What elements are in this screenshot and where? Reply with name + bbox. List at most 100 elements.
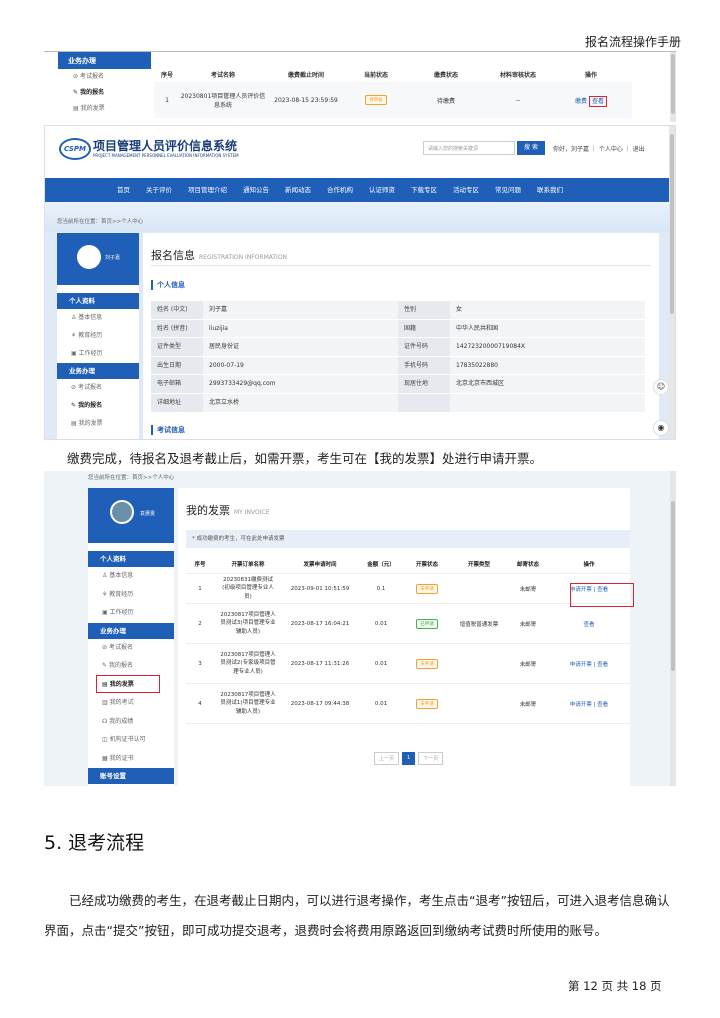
table-cell: 4 xyxy=(198,700,202,707)
side-item-icon: ◫ xyxy=(102,736,110,743)
table-cell: 20230817项目管理人员测试3(项目管理专业辅助人员) xyxy=(220,612,276,635)
breadcrumb: 您当前所在位置：首页>>个人中心 xyxy=(57,219,144,225)
nav-downloads[interactable]: 下载专区 xyxy=(411,178,437,202)
table-cell: 2023-09-01 10:51:59 xyxy=(290,585,350,592)
invoice-actions[interactable]: 申请开票 | 查看 xyxy=(548,660,630,668)
side-item-exam-signup[interactable]: ⊘ 考试报名 xyxy=(58,69,151,85)
nav-faq[interactable]: 常见问题 xyxy=(495,178,521,202)
side-item-my-registration[interactable]: ✎ 我的报名 xyxy=(57,397,139,415)
user-links[interactable]: 你好，刘子嘉 ｜ 个人中心 ｜ 退出 xyxy=(553,144,645,153)
next-page-button[interactable]: 下一页 xyxy=(418,752,444,765)
screenshot-registration-list: 业务办理 ⊘ 考试报名 ✎ 我的报名 ▤ 我的发票 序号 考试名称 缴费截止时间… xyxy=(44,52,676,122)
nav-partners[interactable]: 合作机构 xyxy=(327,178,353,202)
side-item-icon: ▥ xyxy=(102,699,110,706)
side-item-work[interactable]: ▣ 工作经历 xyxy=(57,345,139,363)
side-item[interactable]: ▣ 工作经历 xyxy=(88,604,174,623)
nav-news[interactable]: 新闻动态 xyxy=(285,178,311,202)
side-item[interactable]: ◫ 机构证书认可 xyxy=(88,731,174,750)
screenshot-my-invoice: 您当前所在位置：首页>>个人中心 袁惠雯 个人资料 ♙ 基本信息 ⚘ 教育经历 ▣ 工… xyxy=(44,471,676,786)
registration-panel: 报名信息 REGISTRATION INFORMATION 个人信息 姓名 (中文… xyxy=(143,233,659,439)
status-badge: 待审核 xyxy=(365,95,387,105)
nav-notice[interactable]: 通知公告 xyxy=(243,178,269,202)
section-heading: 5. 退考流程 xyxy=(44,832,145,854)
user-sidebar: 刘子嘉 个人资料 ♙ 基本信息 ⚘ 教育经历 ▣ 工作经历 业务办理 ⊘ 考试报… xyxy=(57,233,139,439)
avatar xyxy=(110,500,134,524)
highlight-my-invoice xyxy=(96,675,160,693)
info-row: 姓名 (中文) 刘子嘉 性别女 xyxy=(151,301,645,320)
info-value: 2993733429@qq.com xyxy=(203,375,398,393)
side-item-my-registration[interactable]: ✎ 我的报名 xyxy=(58,85,151,101)
side-item[interactable]: ☊ 我的成绩 xyxy=(88,713,174,732)
side-item[interactable]: ▥ 我的考试 xyxy=(88,694,174,713)
info-row: 详细地址 北京立水桥 xyxy=(151,393,645,413)
pay-link[interactable]: 缴费 xyxy=(575,98,587,105)
nav-pm-intro[interactable]: 项目管理介绍 xyxy=(188,178,227,202)
info-row: 姓名 (拼音) liuzijia 国籍 中华人民共和国 xyxy=(151,319,645,339)
search-input[interactable]: 请输入您的搜索关键词 xyxy=(423,141,515,155)
chat-icon[interactable]: ☺ xyxy=(653,379,669,395)
table-cell: 0.01 xyxy=(374,620,388,627)
nav-home[interactable]: 首页 xyxy=(117,178,130,202)
side-item[interactable]: ♙ 基本信息 xyxy=(88,567,174,586)
side-item-education[interactable]: ⚘ 教育经历 xyxy=(57,327,139,345)
pagination: 上一页 1 下一页 xyxy=(374,752,446,765)
side-item-icon: ▣ xyxy=(102,609,110,616)
table-cell: 2023-08-17 11:31:26 xyxy=(290,660,350,667)
side-head: 个人资料 xyxy=(88,551,174,567)
scrollbar[interactable] xyxy=(670,52,676,122)
info-label: 性别 xyxy=(398,301,450,319)
site-title: 项目管理人员评价信息系统 xyxy=(93,139,238,153)
side-item[interactable]: ✎ 我的报名 xyxy=(88,657,174,676)
side-item[interactable]: ⊘ 考试报名 xyxy=(88,639,174,658)
side-item[interactable]: ⚘ 教育经历 xyxy=(88,586,174,605)
registration-table: 序号 考试名称 缴费截止时间 当前状态 缴费状态 材料审核状态 操作 1 202… xyxy=(154,66,632,118)
invoice-status-badge: 未申请 xyxy=(416,583,438,594)
table-cell: 3 xyxy=(198,660,202,667)
side-item-basic[interactable]: ♙ 基本信息 xyxy=(57,309,139,327)
panel-title: 我的发票 MY INVOICE xyxy=(186,504,270,517)
table-row: 4 20230817项目管理人员测试1(项目管理专业辅助人员) 2023-08-17… xyxy=(186,684,630,724)
scrollbar[interactable] xyxy=(670,471,676,786)
invoice-actions[interactable]: 申请开票 | 查看 xyxy=(548,700,630,708)
search-button[interactable]: 搜 索 xyxy=(517,141,545,155)
nav-teachers[interactable]: 认证师资 xyxy=(369,178,395,202)
paragraph-invoice-note: 缴费完成，待报名及退考截止后，如需开票，考生可在【我的发票】处进行申请开票。 xyxy=(67,451,543,466)
nav-about[interactable]: 关于评价 xyxy=(146,178,172,202)
info-value: 14272320000719084X xyxy=(450,338,645,356)
side-item-my-invoice[interactable]: ▤ 我的发票 xyxy=(57,415,139,433)
site-header: CSPM 项目管理人员评价信息系统 PROJECT MANAGEMENT PER… xyxy=(45,126,675,178)
site-subtitle: PROJECT MANAGEMENT PERSONNEL EVALUATION … xyxy=(93,153,239,158)
view-link[interactable]: 查看 xyxy=(588,95,607,107)
table-cell: 未邮寄 xyxy=(519,621,537,628)
nav-events[interactable]: 活动专区 xyxy=(453,178,479,202)
side-item-exam-signup[interactable]: ⊘ 考试报名 xyxy=(57,379,139,397)
info-value: 女 xyxy=(450,301,645,319)
info-label: 手机号码 xyxy=(398,356,450,375)
table-row: 2 20230817项目管理人员测试3(项目管理专业辅助人员) 2023-08-17… xyxy=(186,604,630,644)
page-1-button[interactable]: 1 xyxy=(402,752,416,765)
panel-title: 报名信息 REGISTRATION INFORMATION xyxy=(151,249,288,262)
scrollbar[interactable] xyxy=(669,126,675,439)
prev-page-button[interactable]: 上一页 xyxy=(374,752,400,765)
breadcrumb: 您当前所在位置：首页>>个人中心 xyxy=(88,475,175,481)
user-name: 刘子嘉 xyxy=(105,255,121,261)
cspm-logo-icon: CSPM xyxy=(59,138,91,160)
info-label: 证件类型 xyxy=(151,338,203,356)
table-cell: 0.01 xyxy=(374,700,388,707)
side-item[interactable]: ▦ 我的证书 xyxy=(88,750,174,769)
section-body: 已经成功缴费的考生，在退考截止日期内，可以进行退考操作，考生点击“退考”按钮后，… xyxy=(44,893,670,938)
invoice-status-badge: 未申请 xyxy=(416,698,438,709)
side-head-business: 业务办理 xyxy=(57,363,139,379)
invoice-panel: 我的发票 MY INVOICE * 成功缴费的考生，可在此处申请发票 序号 开票订… xyxy=(178,488,630,786)
info-label: 电子邮箱 xyxy=(151,375,203,393)
service-icon[interactable]: ◉ xyxy=(653,420,669,436)
invoice-notice: * 成功缴费的考生，可在此处申请发票 xyxy=(186,530,630,548)
side-list: 个人资料 ♙ 基本信息 ⚘ 教育经历 ▣ 工作经历 业务办理 ⊘ 考试报名 ✎ 我的报名 ▤ … xyxy=(88,551,174,784)
main-nav: 首页 关于评价 项目管理介绍 通知公告 新闻动态 合作机构 认证师资 下载专区 … xyxy=(45,178,675,202)
invoice-actions[interactable]: 查看 xyxy=(548,620,630,628)
table-row: 3 20230817项目管理人员测试2(专家级项目管理专业人员) 2023-08-1… xyxy=(186,644,630,684)
nav-contact[interactable]: 联系我们 xyxy=(537,178,563,202)
side-item-my-invoice[interactable]: ▤ 我的发票 xyxy=(58,101,151,117)
highlight-apply-invoice xyxy=(570,583,634,607)
info-value: 2000-07-19 xyxy=(203,356,398,375)
